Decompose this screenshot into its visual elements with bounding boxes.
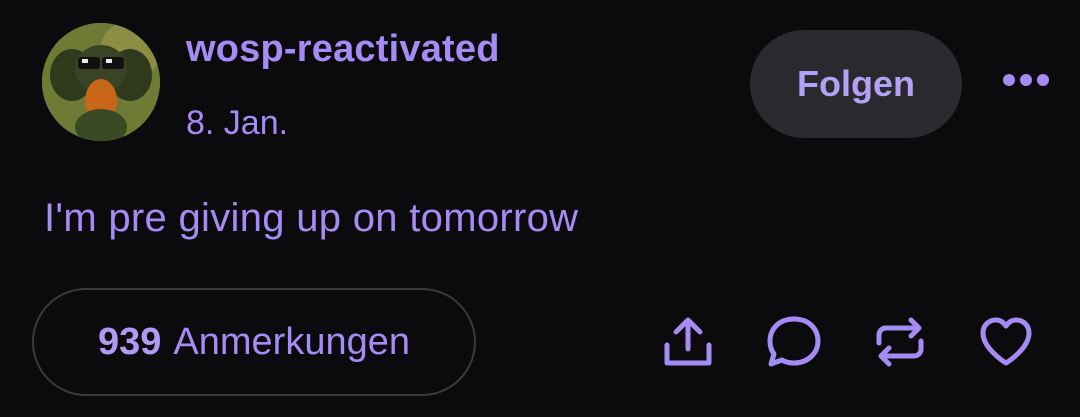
reblog-icon xyxy=(876,317,924,367)
post-date[interactable]: 8. Jan. xyxy=(186,104,288,143)
avatar-image xyxy=(42,23,160,141)
reply-button[interactable] xyxy=(764,312,824,372)
username[interactable]: wosp-reactivated xyxy=(186,28,500,71)
post-card: wosp-reactivated 8. Jan. Folgen I'm pre … xyxy=(0,0,1080,417)
notes-label: Anmerkungen xyxy=(173,320,410,363)
share-button[interactable] xyxy=(658,312,718,372)
like-button[interactable] xyxy=(976,312,1036,372)
notes-button[interactable]: 939 Anmerkungen xyxy=(32,288,476,396)
more-horizontal-icon xyxy=(1003,74,1049,86)
follow-button[interactable]: Folgen xyxy=(750,30,962,138)
share-icon xyxy=(664,317,712,366)
notes-count: 939 xyxy=(98,320,162,363)
more-options-button[interactable] xyxy=(1000,62,1052,98)
reply-bubble-icon xyxy=(767,316,821,367)
reblog-button[interactable] xyxy=(870,312,930,372)
avatar[interactable] xyxy=(42,23,160,141)
heart-icon xyxy=(980,317,1032,366)
post-body-text: I'm pre giving up on tomorrow xyxy=(44,196,579,240)
